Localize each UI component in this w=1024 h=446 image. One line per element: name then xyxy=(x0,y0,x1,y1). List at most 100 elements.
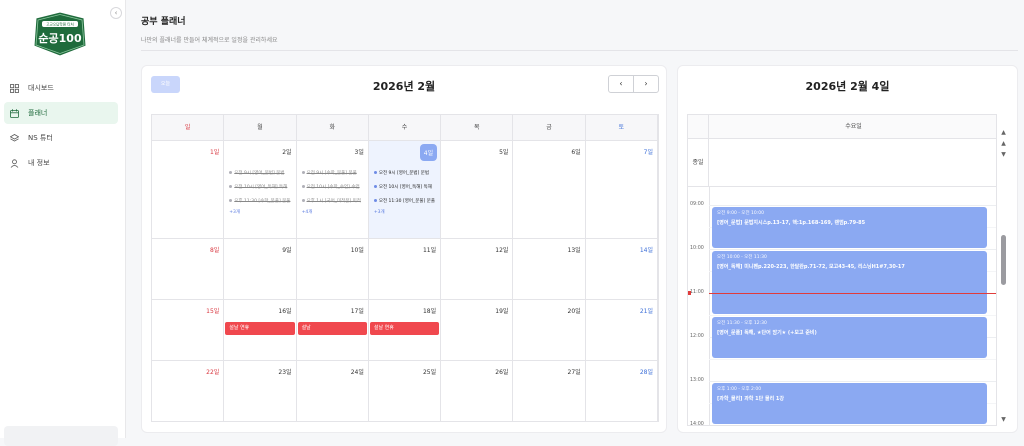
sidebar-item-dashboard[interactable]: 대시보드 xyxy=(4,77,118,99)
calendar-day[interactable]: 7일 xyxy=(586,141,658,238)
scroll-up-icon[interactable]: ▲ xyxy=(1000,140,1007,147)
sidebar-item-ns-tutor[interactable]: NS 튜터 xyxy=(4,127,118,149)
day-event[interactable]: 오전 10시 [영어_독해] 독해 xyxy=(229,181,293,195)
calendar-day[interactable]: 25일 xyxy=(369,361,442,421)
calendar-day[interactable]: 16일 설날 연휴 xyxy=(224,300,297,360)
calendar-day[interactable]: 22일 xyxy=(152,361,225,421)
scrollbar-thumb[interactable] xyxy=(1001,235,1006,285)
scroll-down-icon[interactable]: ▼ xyxy=(1000,151,1007,158)
logo-badge-text: 고교오답학원 티처 xyxy=(46,22,74,27)
calendar-day[interactable]: 6일 xyxy=(513,141,586,238)
time-label: 12:00 xyxy=(690,333,704,339)
calendar-day[interactable]: 4일 오전 9시 [영어_문법] 문법 오전 10시 [영어_독해] 독해 오전 11… xyxy=(368,141,442,238)
scroll-down-icon[interactable]: ▼ xyxy=(1000,416,1007,423)
time-event[interactable]: 오전 11:30 - 오후 12:30 [영어_문풀] 독해, ★단어 암기★ (… xyxy=(712,316,987,358)
day-number: 24일 xyxy=(350,369,364,376)
calendar-day[interactable]: 14일 xyxy=(586,239,658,299)
calendar-day[interactable]: 12일 xyxy=(441,239,514,299)
holiday-bar[interactable]: 설날 xyxy=(297,322,367,335)
calendar-day[interactable]: 28일 xyxy=(586,361,658,421)
calendar-day[interactable]: 18일설날 연휴 xyxy=(369,300,442,360)
holiday-bar[interactable]: 설날 연휴 xyxy=(225,322,295,335)
calendar-day[interactable]: 17일설날 xyxy=(297,300,369,360)
event-text: 오전 10시 [영어_독해] 독해 xyxy=(234,185,288,190)
event-time: 오전 10:00 - 오전 11:30 xyxy=(717,254,767,260)
calendar-day[interactable]: 20일 xyxy=(513,300,586,360)
calendar-day[interactable]: 26일 xyxy=(441,361,514,421)
event-text: 오후 11:30 [수학_문풀] 문풀 xyxy=(234,199,291,204)
day-event[interactable]: 오후 1시 [국어_미적분] 미적 xyxy=(301,195,366,209)
calendar-day[interactable]: 24일 xyxy=(297,361,369,421)
month-grid: 일월화수목금토 1일 2일 오전 9시 [영어_문법] 문법 오전 10시 [영어_독… xyxy=(151,114,659,422)
weekday-label: 토 xyxy=(586,115,658,140)
month-title: 2026년 2월 xyxy=(372,80,436,93)
next-month-button[interactable]: › xyxy=(633,75,659,93)
day-event[interactable]: 오전 9시 [영어_문법] 문법 xyxy=(229,167,293,181)
page-title: 공부 플래너 xyxy=(141,17,186,27)
calendar-day[interactable]: 27일 xyxy=(513,361,586,421)
more-events-link[interactable]: +3개 xyxy=(374,209,438,215)
sidebar-item-label: 내 정보 xyxy=(28,159,50,167)
event-time: 오전 9:00 - 오전 10:00 xyxy=(717,210,764,216)
weekday-label: 금 xyxy=(513,115,586,140)
calendar-day[interactable]: 21일 xyxy=(586,300,658,360)
prev-month-button[interactable]: ‹ xyxy=(608,75,634,93)
more-events-link[interactable]: +3개 xyxy=(229,209,293,215)
day-number: 17일 xyxy=(350,308,364,315)
sidebar-item-planner[interactable]: 플래너 xyxy=(4,102,118,124)
calendar-day[interactable]: 2일 오전 9시 [영어_문법] 문법 오전 10시 [영어_독해] 독해 오후 11… xyxy=(224,141,297,238)
day-number: 7일 xyxy=(643,149,653,156)
day-number: 1일 xyxy=(209,149,220,156)
calendar-day[interactable]: 8일 xyxy=(152,239,225,299)
day-event[interactable]: 오전 10시 [영어_독해] 독해 xyxy=(373,181,438,195)
scroll-up-icon[interactable]: ▲ xyxy=(1000,129,1007,136)
calendar-day[interactable]: 23일 xyxy=(224,361,297,421)
all-day-row[interactable]: 종일 xyxy=(688,139,996,187)
all-day-label: 종일 xyxy=(688,139,709,187)
day-event[interactable]: 오전 9시 [수학_문풀] 문풀 xyxy=(301,167,366,181)
time-label: 13:00 xyxy=(690,377,704,383)
calendar-day[interactable]: 9일 xyxy=(224,239,297,299)
event-text: 오전 9시 [영어_문법] 문법 xyxy=(378,171,430,176)
collapse-sidebar-icon[interactable]: ‹ xyxy=(110,7,122,19)
day-number: 27일 xyxy=(567,369,581,376)
brand-logo[interactable]: 고교오답학원 티처 순공100 xyxy=(28,12,92,56)
time-event[interactable]: 오후 1:00 - 오후 2:00 [과학_물리] 과학 1단 물리 1강 xyxy=(712,382,987,424)
time-event[interactable]: 오전 9:00 - 오전 10:00 [영어_문법] 문법지시스p.13-17, … xyxy=(712,206,987,248)
calendar-day[interactable]: 11일 xyxy=(369,239,442,299)
time-slots[interactable]: 09:00 10:00 11:00 12:00 13:00 14:00 오전 9:00 - … xyxy=(688,187,996,425)
day-title: 2026년 2월 4일 xyxy=(805,80,890,93)
event-time: 오전 11:30 - 오후 12:30 xyxy=(717,320,767,326)
day-number: 3일 xyxy=(354,149,364,156)
sidebar-nav: 대시보드 플래너 NS 튜터 내 정보 xyxy=(4,77,118,177)
calendar-day[interactable]: 1일 xyxy=(152,141,225,238)
sidebar-user-panel[interactable] xyxy=(4,426,118,446)
day-event[interactable]: 오전 9시 [영어_문법] 문법 xyxy=(373,167,438,181)
day-number: 18일 xyxy=(422,308,437,315)
day-column-header: 수요일 xyxy=(688,115,996,139)
sidebar-item-my-info[interactable]: 내 정보 xyxy=(4,152,118,174)
day-view-scrollbar[interactable]: ▲ ▲ ▼ ▼ xyxy=(1000,129,1007,423)
event-text: 오전 9시 [수학_문풀] 문풀 xyxy=(306,171,357,176)
day-number: 5일 xyxy=(499,149,509,156)
day-event[interactable]: 오전 11:30 [영어_문풀] 문풀 xyxy=(373,195,438,209)
event-dot-icon xyxy=(301,171,305,174)
day-number: 21일 xyxy=(639,308,653,315)
calendar-day[interactable]: 15일 xyxy=(152,300,225,360)
holiday-bar[interactable]: 설날 연휴 xyxy=(369,322,440,335)
calendar-day[interactable]: 3일오전 9시 [수학_문풀] 문풀오전 10시 [수학_수업] 수업 오후 1시… xyxy=(297,141,369,238)
day-event[interactable]: 오전 10시 [수학_수업] 수업 xyxy=(301,181,366,195)
calendar-day[interactable]: 10일 xyxy=(297,239,369,299)
calendar-day[interactable]: 19일 xyxy=(441,300,514,360)
day-number: 14일 xyxy=(639,247,653,254)
event-dot-icon xyxy=(301,185,305,188)
time-event[interactable]: 오전 10:00 - 오전 11:30 [영어_독해] 미니펜p.220-223,… xyxy=(712,250,987,314)
header-divider xyxy=(141,50,1018,51)
event-dot-icon xyxy=(229,185,233,188)
day-event[interactable]: 오후 11:30 [수학_문풀] 문풀 xyxy=(229,195,293,209)
day-number: 12일 xyxy=(495,247,509,254)
more-events-link[interactable]: +4개 xyxy=(302,209,366,215)
calendar-day[interactable]: 13일 xyxy=(513,239,586,299)
calendar-day[interactable]: 5일 xyxy=(441,141,514,238)
calendar-week: 8일 9일 10일 11일 12일 13일 14일 xyxy=(152,239,658,300)
